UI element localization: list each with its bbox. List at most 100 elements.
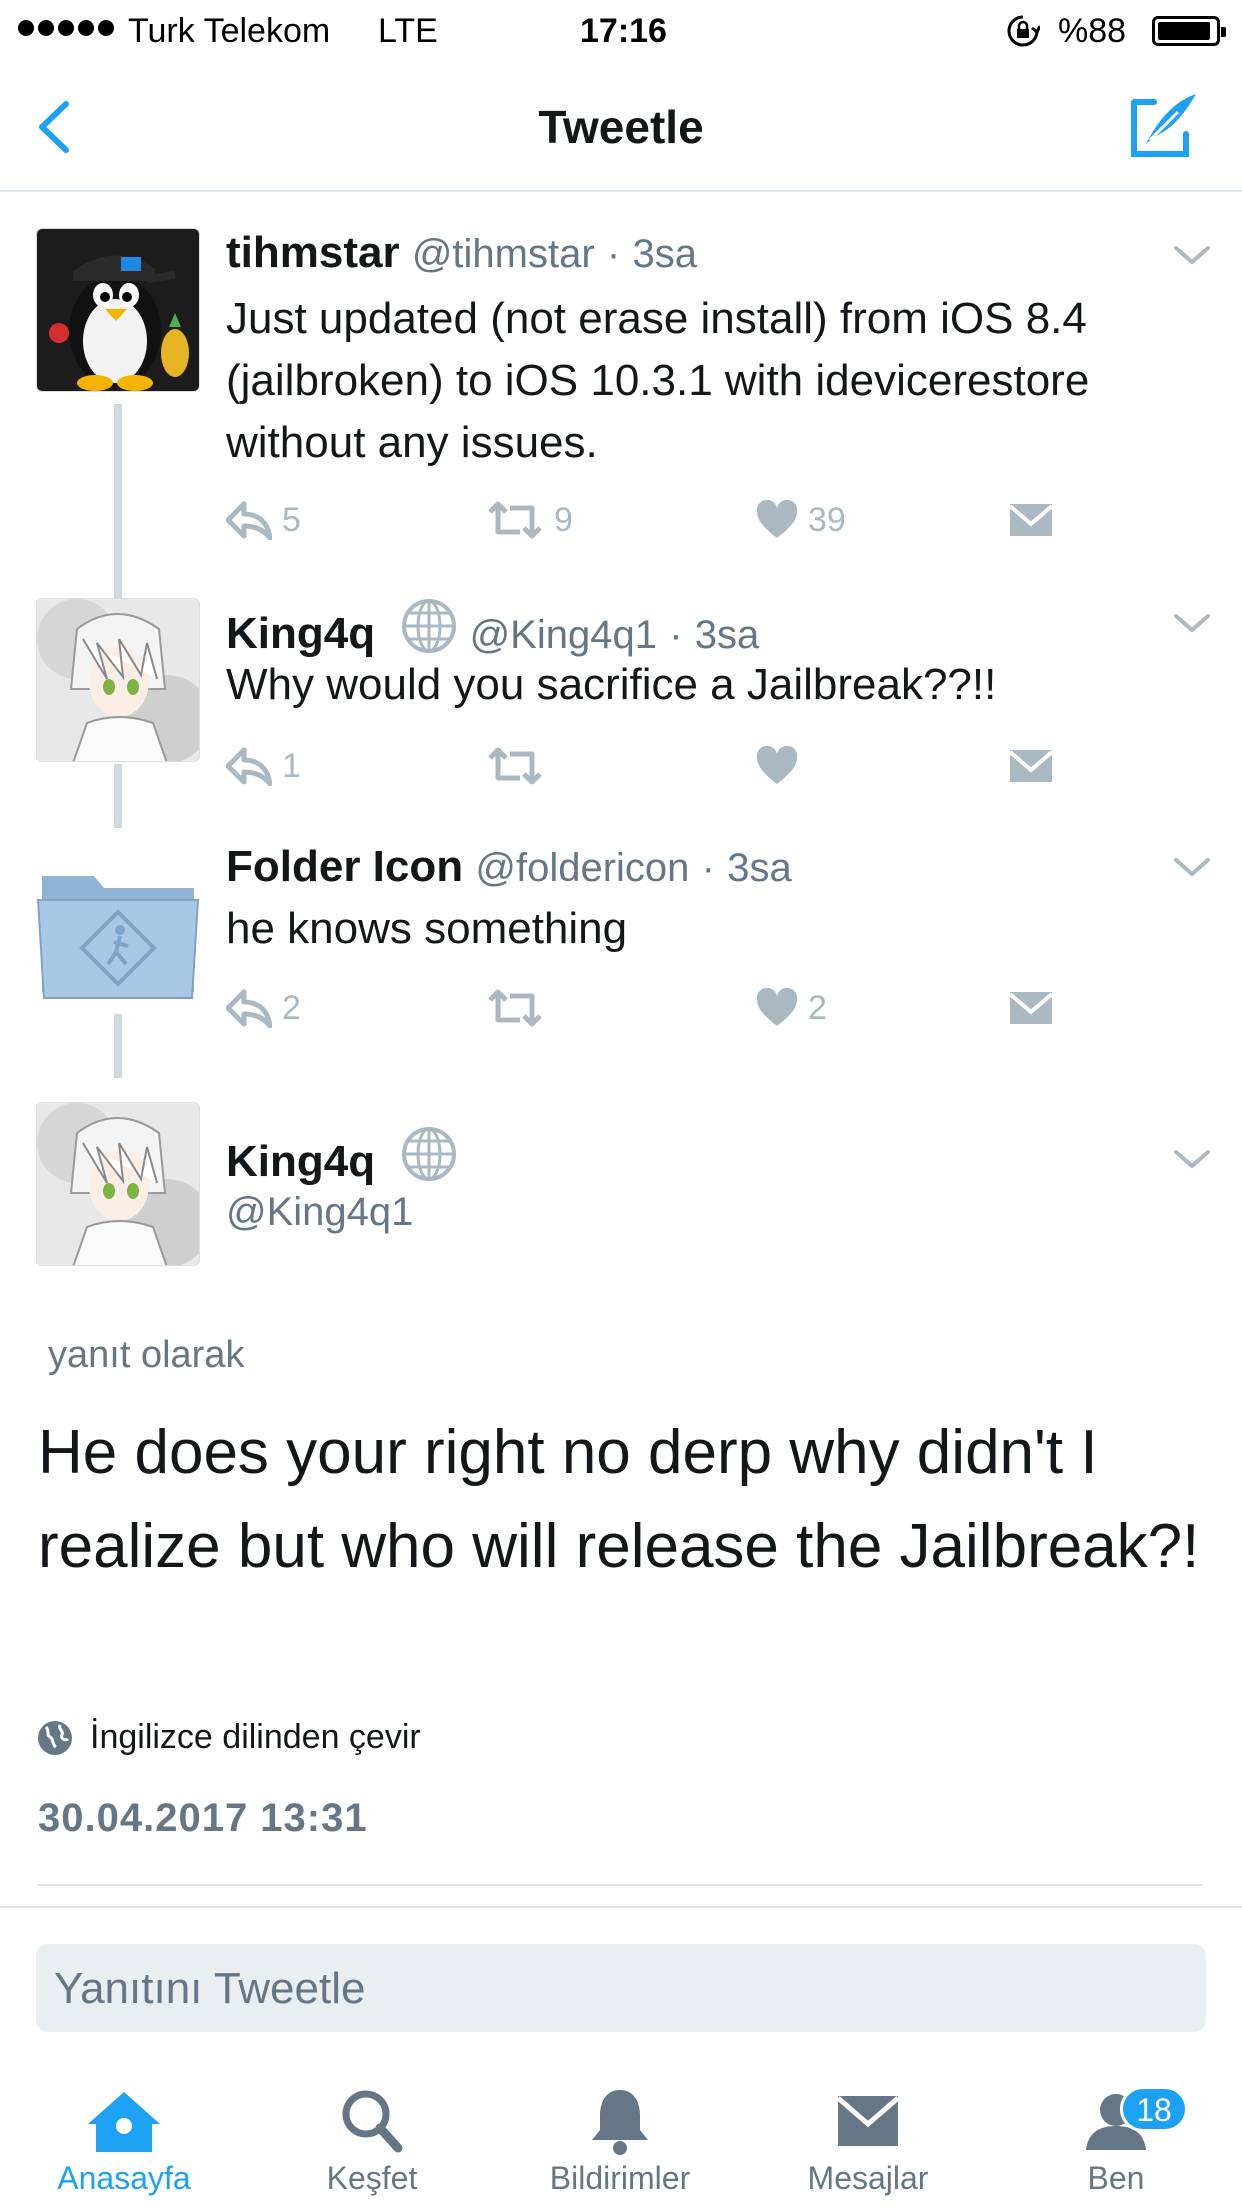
thread-connector xyxy=(114,588,122,598)
anime-avatar-image xyxy=(37,1103,199,1265)
clock: 17:16 xyxy=(580,12,667,50)
battery-icon xyxy=(1152,16,1226,46)
search-icon xyxy=(342,2090,403,2153)
divider xyxy=(0,1906,1242,1908)
compose-tweet-icon[interactable] xyxy=(1128,88,1202,162)
author-handle[interactable]: @King4q1 xyxy=(470,613,657,657)
separator-dot: · xyxy=(701,846,715,890)
avatar[interactable] xyxy=(36,228,200,392)
envelope-icon xyxy=(1008,750,1054,782)
focused-tweet-header: King4q @King4q1 xyxy=(0,1092,1242,1292)
retweet-button[interactable] xyxy=(486,746,554,786)
retweet-button[interactable] xyxy=(486,988,554,1028)
translate-button[interactable]: İngilizce dilinden çevir xyxy=(36,1718,421,1757)
folder-avatar-image xyxy=(36,842,200,1006)
envelope-icon xyxy=(1008,992,1054,1024)
reply-button[interactable]: 1 xyxy=(226,746,301,786)
retweet-icon xyxy=(488,989,542,1027)
tab-label: Mesajlar xyxy=(807,2160,929,2196)
author-name[interactable]: Folder Icon xyxy=(226,842,463,891)
like-count: 39 xyxy=(808,500,846,539)
signal-strength-icon xyxy=(18,20,114,36)
chevron-down-icon[interactable] xyxy=(1172,856,1212,880)
tweet-header: Folder Icon @foldericon · 3sa xyxy=(226,842,792,892)
translate-label: İngilizce dilinden çevir xyxy=(90,1718,421,1756)
tab-messages[interactable]: Mesajlar xyxy=(744,2070,992,2208)
tab-home[interactable]: Anasayfa xyxy=(0,2070,248,2208)
retweet-icon xyxy=(488,747,542,785)
like-button[interactable]: 2 xyxy=(756,988,827,1028)
globe-icon xyxy=(38,1720,72,1755)
bell-icon xyxy=(592,2090,648,2155)
tab-label: Anasayfa xyxy=(57,2160,191,2196)
reply-button[interactable]: 5 xyxy=(226,500,301,540)
thread-tweet[interactable]: Folder Icon @foldericon · 3sa he knows s… xyxy=(0,828,1242,1092)
tab-label: Bildirimler xyxy=(549,2160,691,2196)
tweet-timestamp: 30.04.2017 13:31 xyxy=(38,1796,368,1840)
tweet-header: King4q @King4q1 · 3sa xyxy=(226,598,759,659)
author-handle[interactable]: @tihmstar xyxy=(412,232,595,276)
direct-message-button[interactable] xyxy=(1008,988,1054,1028)
network-type: LTE xyxy=(378,12,438,50)
tab-label: Keşfet xyxy=(326,2160,418,2196)
author-name[interactable]: tihmstar xyxy=(226,228,400,277)
avatar[interactable] xyxy=(36,842,200,1006)
anime-avatar-image xyxy=(37,599,199,761)
heart-icon xyxy=(756,746,798,784)
reply-count: 5 xyxy=(282,500,301,539)
reply-icon xyxy=(226,501,272,540)
thread-connector xyxy=(114,1014,122,1078)
tweet-time: 3sa xyxy=(694,613,760,657)
tweet-header: tihmstar @tihmstar · 3sa xyxy=(226,228,697,278)
tweet-time: 3sa xyxy=(727,846,792,890)
tweet-text: Just updated (not erase install) from iO… xyxy=(226,294,1090,467)
divider xyxy=(38,1884,1202,1886)
thread-connector xyxy=(114,764,122,828)
thread-tweet[interactable]: tihmstar @tihmstar · 3sa Just updated (n… xyxy=(0,208,1242,588)
author-handle[interactable]: @foldericon xyxy=(475,846,689,890)
tab-bar: Anasayfa Keşfet Bildirimler Mesajlar Ben xyxy=(0,2070,1242,2208)
retweet-button[interactable]: 9 xyxy=(486,500,573,540)
thread-connector xyxy=(114,404,122,588)
chevron-down-icon[interactable] xyxy=(1172,1148,1212,1172)
globe-icon xyxy=(402,599,457,653)
tab-explore[interactable]: Keşfet xyxy=(248,2070,496,2208)
tweet-text: Why would you sacrifice a Jailbreak??!! xyxy=(226,660,997,709)
tab-notifications[interactable]: Bildirimler xyxy=(496,2070,744,2208)
author-name[interactable]: King4q xyxy=(226,1137,375,1186)
rotation-lock-icon xyxy=(1007,15,1040,47)
separator-dot: · xyxy=(606,232,621,276)
author-handle[interactable]: @King4q1 xyxy=(226,1190,413,1234)
focused-tweet-text: He does your right no derp why didn't I … xyxy=(38,1418,1200,1581)
avatar[interactable] xyxy=(36,1102,200,1266)
like-count: 2 xyxy=(808,988,827,1027)
reply-icon xyxy=(226,747,272,786)
envelope-icon xyxy=(836,2096,900,2146)
separator-dot: · xyxy=(669,613,683,657)
reply-button[interactable]: 2 xyxy=(226,988,301,1028)
direct-message-button[interactable] xyxy=(1008,746,1054,786)
like-button[interactable]: 39 xyxy=(756,500,846,540)
reply-input[interactable]: Yanıtını Tweetle xyxy=(36,1944,1206,2032)
heart-icon xyxy=(756,500,798,538)
heart-icon xyxy=(756,988,798,1026)
reply-icon xyxy=(226,989,272,1028)
envelope-icon xyxy=(1008,504,1054,536)
status-bar: Turk Telekom LTE 17:16 %88 xyxy=(0,0,1242,62)
tab-profile[interactable]: Ben xyxy=(992,2070,1240,2208)
in-reply-to-label[interactable]: yanıt olarak xyxy=(48,1334,244,1377)
retweet-icon xyxy=(488,501,542,539)
carrier-label: Turk Telekom xyxy=(128,12,331,50)
nav-bar: Tweetle xyxy=(0,62,1242,192)
battery-percentage: %88 xyxy=(1058,12,1127,50)
author-name[interactable]: King4q xyxy=(226,609,375,658)
avatar[interactable] xyxy=(36,598,200,762)
thread-tweet[interactable]: King4q @King4q1 · 3sa Why would you sacr… xyxy=(0,588,1242,828)
like-button[interactable] xyxy=(756,746,808,786)
chevron-down-icon[interactable] xyxy=(1172,612,1212,636)
penguin-avatar-image xyxy=(37,229,199,391)
direct-message-button[interactable] xyxy=(1008,500,1054,540)
retweet-count: 9 xyxy=(554,500,573,539)
page-title: Tweetle xyxy=(538,101,704,153)
chevron-down-icon[interactable] xyxy=(1172,244,1212,268)
